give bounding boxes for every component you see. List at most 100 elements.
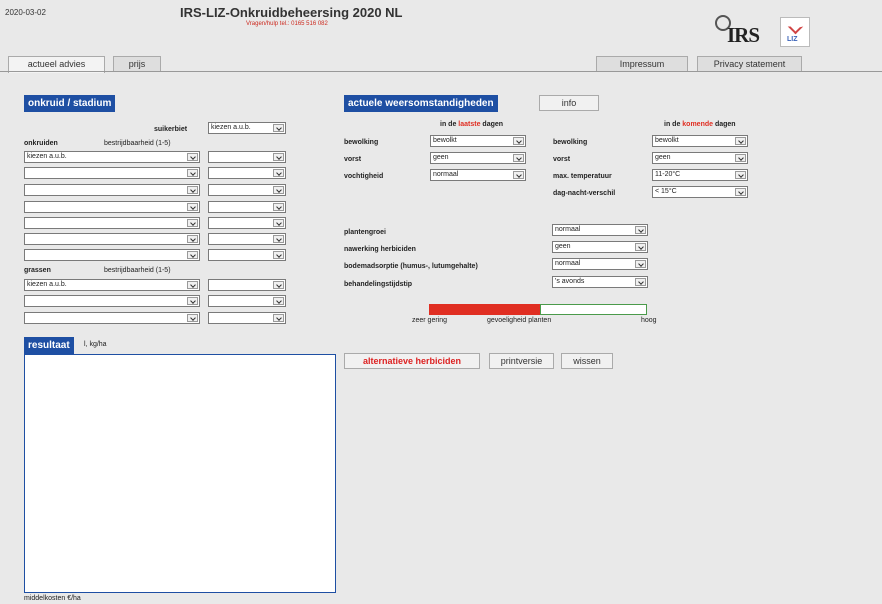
onkruid-heading: onkruid / stadium (24, 95, 116, 112)
chevron-down-icon (187, 153, 198, 161)
future-bewolking-select[interactable]: bewolkt (652, 135, 748, 147)
gevoeligheid-scale-fill (429, 304, 540, 315)
info-button[interactable]: info (539, 95, 599, 111)
onkruid-select-7[interactable] (24, 249, 200, 261)
wissen-button[interactable]: wissen (561, 353, 613, 369)
future-header-word: komende (682, 121, 714, 128)
grassen-stadium-select-1[interactable] (208, 279, 286, 291)
future-vorst-select[interactable]: geen (652, 152, 748, 164)
alternatieve-herbiciden-button[interactable]: alternatieve herbiciden (344, 353, 480, 369)
onkruid-stadium-select-4[interactable] (208, 201, 286, 213)
nawerking-label: nawerking herbiciden (344, 246, 416, 253)
tijdstip-label: behandelingstijdstip (344, 281, 413, 288)
bodem-select[interactable]: normaal (552, 258, 648, 270)
suikerbiet-select[interactable]: kiezen a.u.b. (208, 122, 286, 134)
plantengroei-label: plantengroei (344, 229, 387, 236)
onkruid-select-2[interactable] (24, 167, 200, 179)
tab-prijs[interactable]: prijs (113, 56, 161, 72)
irs-logo[interactable]: IRS (712, 15, 774, 49)
printversie-button[interactable]: printversie (489, 353, 554, 369)
chevron-down-icon (735, 188, 746, 196)
chevron-down-icon (735, 154, 746, 162)
page-title: IRS-LIZ-Onkruidbeheersing 2020 NL (180, 5, 403, 20)
grassen-stadium-select-2[interactable] (208, 295, 286, 307)
past-header-suffix: dagen (480, 121, 504, 128)
future-dagnacht-label: dag-nacht-verschil (553, 190, 616, 197)
chevron-down-icon (273, 251, 284, 259)
chevron-down-icon (273, 219, 284, 227)
onkruid-stadium-select-2[interactable] (208, 167, 286, 179)
chevron-down-icon (273, 124, 284, 132)
past-bewolking-value: bewolkt (433, 137, 457, 144)
gevoeligheid-low: zeer gering (412, 317, 448, 324)
chevron-down-icon (187, 186, 198, 194)
chevron-down-icon (187, 281, 198, 289)
chevron-down-icon (635, 260, 646, 268)
tab-privacy-statement[interactable]: Privacy statement (697, 56, 802, 72)
onkruid-stadium-select-3[interactable] (208, 184, 286, 196)
chevron-down-icon (735, 137, 746, 145)
onkruid-stadium-select-7[interactable] (208, 249, 286, 261)
suikerbiet-value: kiezen a.u.b. (211, 124, 251, 131)
future-maxtemp-label: max. temperatuur (553, 173, 612, 180)
middelkosten-label: middelkosten €/ha (24, 595, 81, 602)
chevron-down-icon (635, 278, 646, 286)
bodem-label: bodemadsorptie (humus-, lutumgehalte) (344, 263, 478, 270)
onkruid-select-6[interactable] (24, 233, 200, 245)
chevron-down-icon (735, 171, 746, 179)
past-vorst-select[interactable]: geen (430, 152, 526, 164)
grassen-select-1-value: kiezen a.u.b. (27, 281, 67, 288)
past-vochtigheid-value: normaal (433, 171, 459, 178)
tab-divider (0, 71, 882, 72)
gevoeligheid-high: hoog (641, 317, 657, 324)
nawerking-select[interactable]: geen (552, 241, 648, 253)
liz-logo[interactable]: LIZ (780, 17, 810, 47)
past-vorst-value: geen (433, 154, 449, 161)
chevron-down-icon (187, 314, 198, 322)
liz-logo-text: LIZ (787, 36, 798, 43)
past-bewolking-select[interactable]: bewolkt (430, 135, 526, 147)
chevron-down-icon (187, 297, 198, 305)
resultaat-box (24, 354, 336, 593)
chevron-down-icon (273, 186, 284, 194)
irs-logo-text: IRS (727, 23, 760, 47)
grassen-select-2[interactable] (24, 295, 200, 307)
onkruid-select-1[interactable]: kiezen a.u.b. (24, 151, 200, 163)
nawerking-value: geen (555, 243, 571, 250)
onkruid-select-4[interactable] (24, 201, 200, 213)
suikerbiet-label: suikerbiet (154, 126, 188, 133)
chevron-down-icon (273, 169, 284, 177)
grassen-stadium-select-3[interactable] (208, 312, 286, 324)
grassen-select-1[interactable]: kiezen a.u.b. (24, 279, 200, 291)
chevron-down-icon (513, 171, 524, 179)
tab-impressum[interactable]: Impressum (596, 56, 688, 72)
onkruid-select-5[interactable] (24, 217, 200, 229)
future-maxtemp-select[interactable]: 11-20°C (652, 169, 748, 181)
onkruid-select-3[interactable] (24, 184, 200, 196)
onkruid-stadium-select-5[interactable] (208, 217, 286, 229)
onkruiden-label: onkruiden (24, 140, 58, 147)
plantengroei-select[interactable]: normaal (552, 224, 648, 236)
past-vochtigheid-label: vochtigheid (344, 173, 384, 180)
chevron-down-icon (273, 297, 284, 305)
past-bewolking-label: bewolking (344, 139, 379, 146)
onkruid-stadium-select-1[interactable] (208, 151, 286, 163)
liz-gem-icon (787, 18, 804, 35)
past-vochtigheid-select[interactable]: normaal (430, 169, 526, 181)
chevron-down-icon (513, 154, 524, 162)
tijdstip-select[interactable]: 's avonds (552, 276, 648, 288)
future-vorst-label: vorst (553, 156, 571, 163)
grassen-bestrijdbaarheid-label: bestrijdbaarheid (1-5) (104, 267, 171, 274)
chevron-down-icon (187, 219, 198, 227)
past-header-word: laatste (458, 121, 481, 128)
chevron-down-icon (273, 153, 284, 161)
grassen-select-3[interactable] (24, 312, 200, 324)
tijdstip-value: 's avonds (555, 278, 585, 285)
onkruid-select-1-value: kiezen a.u.b. (27, 153, 67, 160)
past-vorst-label: vorst (344, 156, 362, 163)
onkruid-stadium-select-6[interactable] (208, 233, 286, 245)
chevron-down-icon (273, 281, 284, 289)
future-header-prefix: in de (664, 121, 683, 128)
future-dagnacht-select[interactable]: < 15°C (652, 186, 748, 198)
future-dagnacht-value: < 15°C (655, 188, 677, 195)
